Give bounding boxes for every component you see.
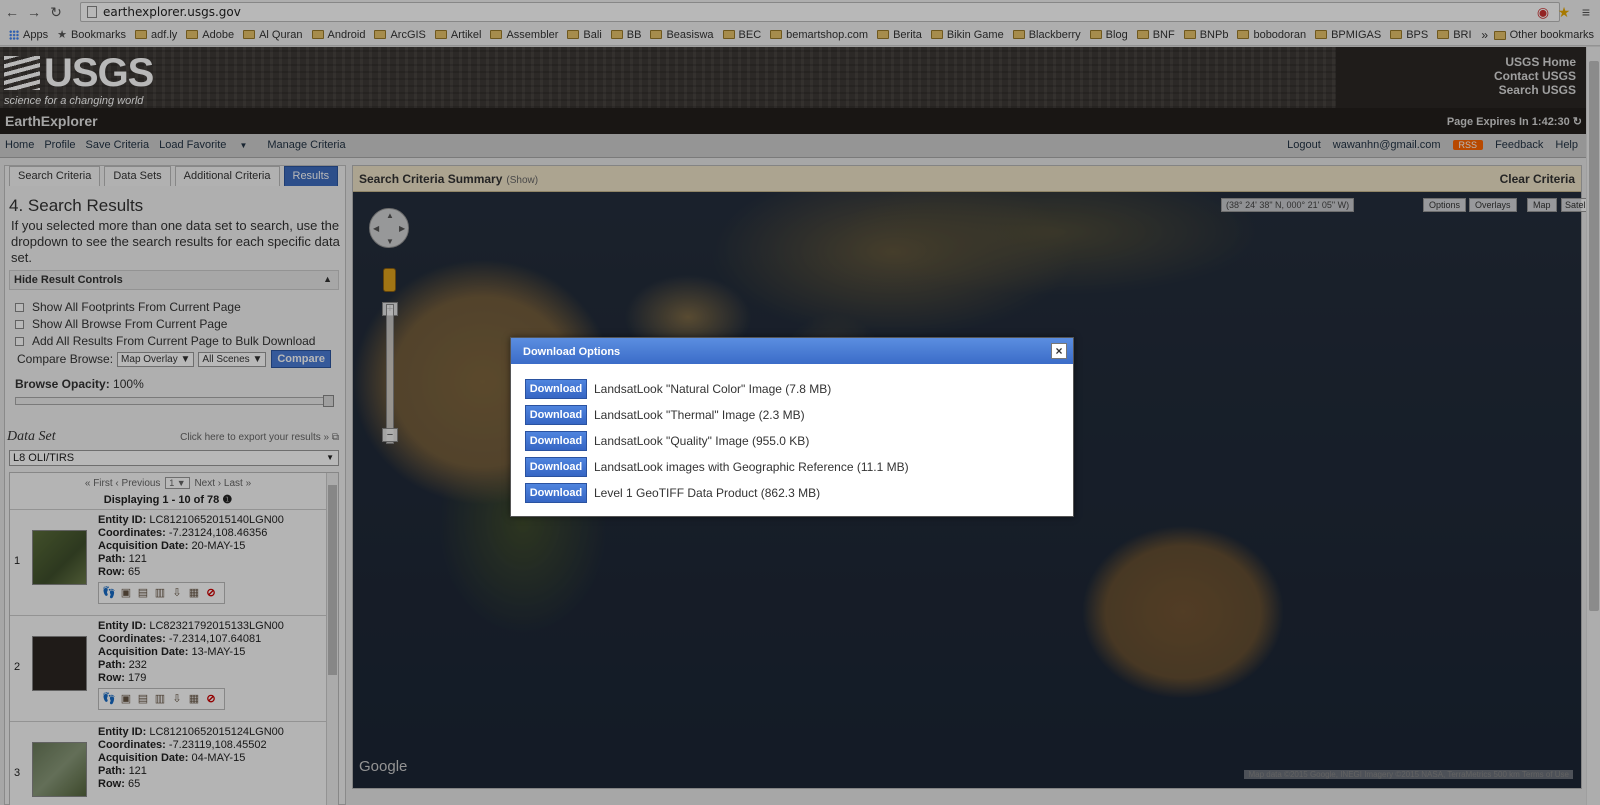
close-icon[interactable]: × (1051, 343, 1067, 359)
download-option-label: LandsatLook "Thermal" Image (2.3 MB) (594, 408, 805, 422)
download-option: Download LandsatLook "Thermal" Image (2.3… (525, 405, 805, 425)
download-option: Download LandsatLook images with Geograph… (525, 457, 909, 477)
download-button[interactable]: Download (525, 379, 587, 399)
download-option: Download LandsatLook "Quality" Image (955… (525, 431, 809, 451)
download-option-label: LandsatLook images with Geographic Refer… (594, 460, 909, 474)
dialog-header: Download Options (511, 338, 1073, 364)
download-button[interactable]: Download (525, 483, 587, 503)
download-button[interactable]: Download (525, 457, 587, 477)
download-button[interactable]: Download (525, 431, 587, 451)
download-option: Download Level 1 GeoTIFF Data Product (86… (525, 483, 820, 503)
download-option-label: Level 1 GeoTIFF Data Product (862.3 MB) (594, 486, 821, 500)
download-option-label: LandsatLook "Quality" Image (955.0 KB) (594, 434, 810, 448)
download-button[interactable]: Download (525, 405, 587, 425)
download-option-label: LandsatLook "Natural Color" Image (7.8 M… (594, 382, 832, 396)
download-options-dialog: Download Options × Download LandsatLook "… (510, 337, 1074, 517)
dialog-title: Download Options (523, 346, 621, 358)
download-option: Download LandsatLook "Natural Color" Imag… (525, 379, 831, 399)
